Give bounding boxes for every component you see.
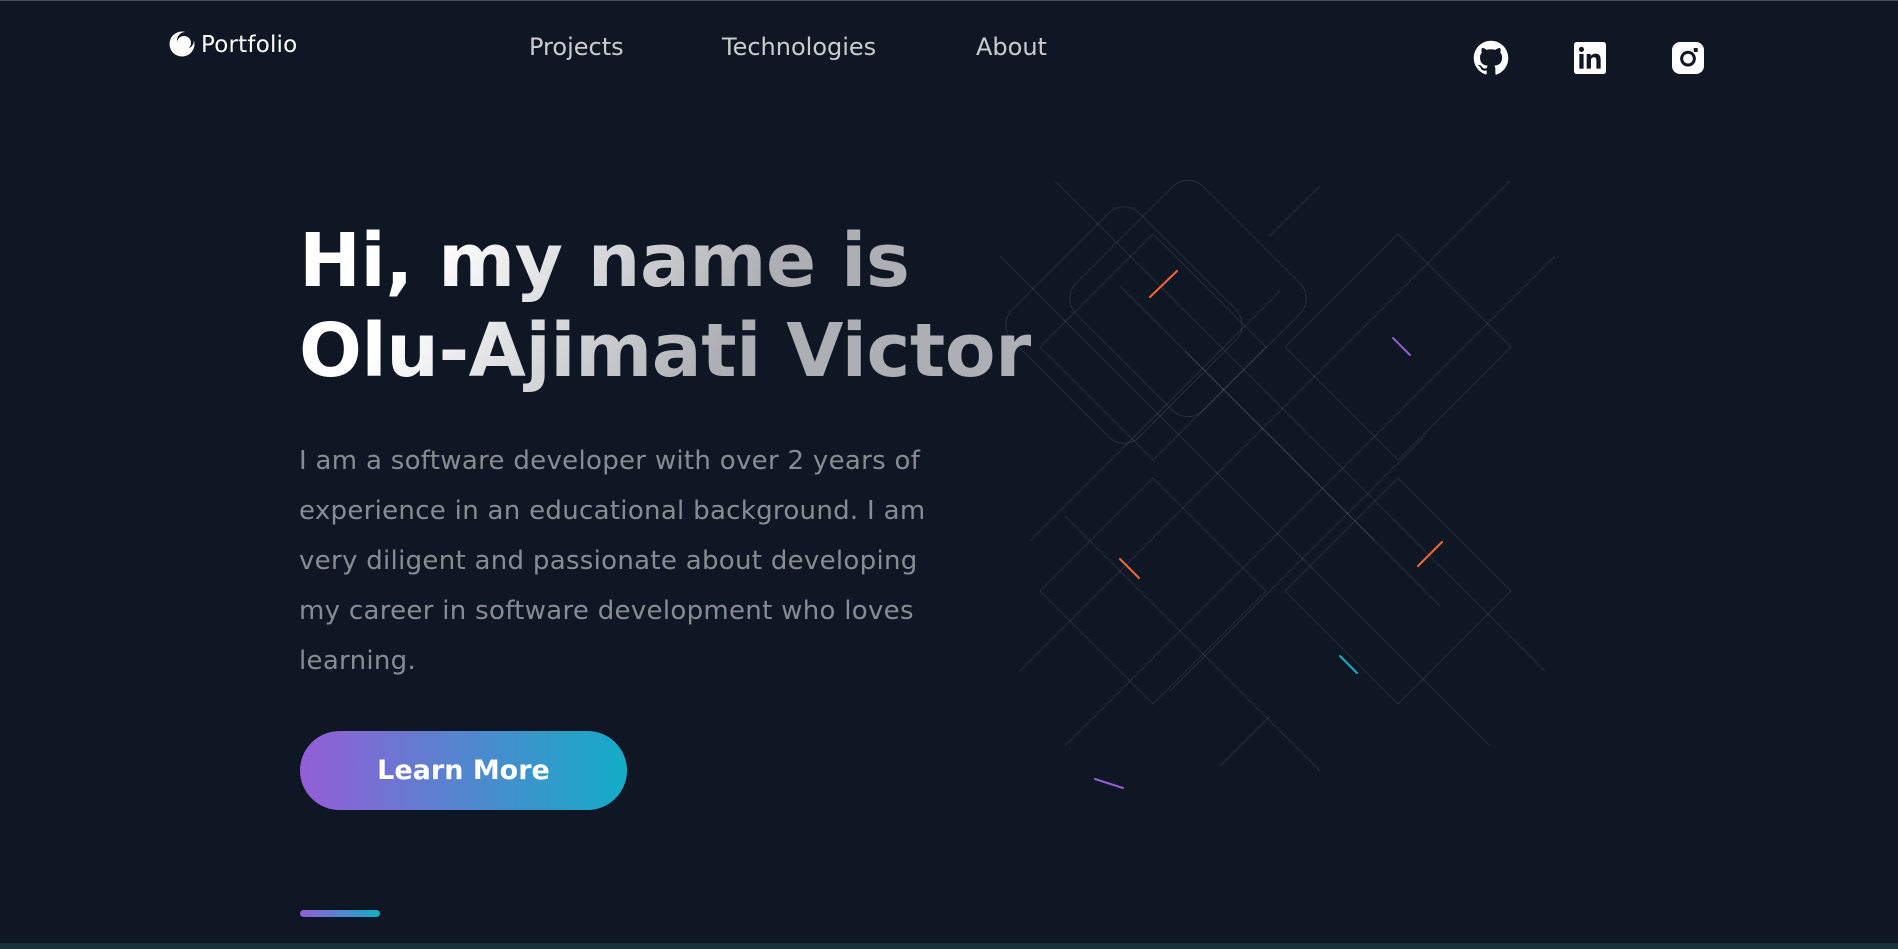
hero-text-line: I am a software developer with over 2 ye…: [299, 446, 921, 476]
section-divider: [300, 910, 380, 917]
hero-text-line: my career in software development who lo…: [299, 596, 914, 626]
logo-icon: [167, 28, 197, 62]
bottom-edge: [0, 943, 1898, 949]
github-icon[interactable]: [1473, 40, 1509, 76]
nav-link-technologies[interactable]: Technologies: [722, 33, 876, 61]
hero-title: Hi, my name is Olu-Ajimati Victor: [299, 216, 1031, 396]
page: Portfolio Projects Technologies About Hi…: [0, 0, 1898, 949]
learn-more-button[interactable]: Learn More: [300, 731, 627, 810]
logo-text: Portfolio: [201, 32, 298, 58]
hero-text-line: experience in an educational background.…: [299, 496, 926, 526]
hero-text-line: very diligent and passionate about devel…: [299, 546, 918, 576]
nav-link-about[interactable]: About: [976, 33, 1047, 61]
linkedin-icon[interactable]: [1572, 40, 1608, 76]
portfolio-logo[interactable]: Portfolio: [167, 28, 297, 62]
hero-description: I am a software developer with over 2 ye…: [299, 436, 999, 686]
background-animation: [999, 179, 1556, 789]
nav-link-projects[interactable]: Projects: [529, 33, 624, 61]
hero-text-line: learning.: [299, 646, 417, 676]
hero-title-line-1: Hi, my name is: [299, 218, 910, 304]
instagram-icon[interactable]: [1670, 40, 1706, 76]
hero-title-line-2: Olu-Ajimati Victor: [299, 308, 1032, 394]
